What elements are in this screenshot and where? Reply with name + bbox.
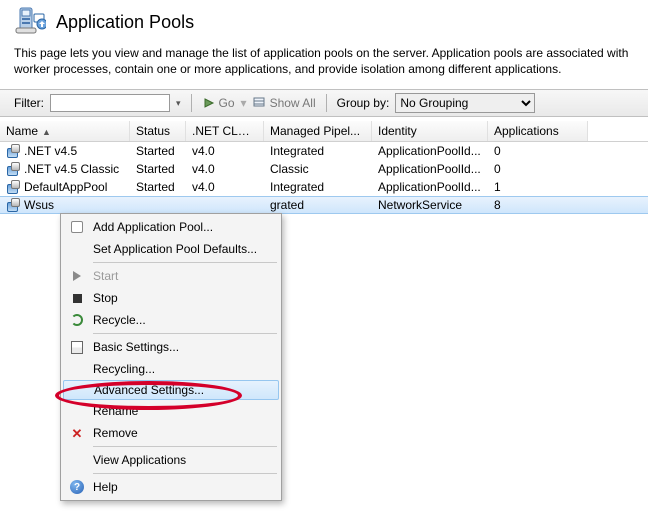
pool-icon xyxy=(6,180,20,194)
go-button[interactable]: Go xyxy=(202,96,235,110)
menu-item-advanced[interactable]: Advanced Settings... xyxy=(63,380,279,400)
menu-label: Recycle... xyxy=(91,313,279,327)
cell-status: Started xyxy=(130,144,186,158)
cell-identity: ApplicationPoolId... xyxy=(372,162,488,176)
table-row[interactable]: Wsus gratedNetworkService8 xyxy=(0,196,648,214)
grid-header[interactable]: Name▲ Status .NET CLR V... Managed Pipel… xyxy=(0,121,648,142)
grid-body: .NET v4.5Startedv4.0IntegratedApplicatio… xyxy=(0,142,648,214)
cell-apps: 8 xyxy=(488,198,588,212)
menu-item-recycle[interactable]: Recycle... xyxy=(63,309,279,331)
menu-item-remove[interactable]: ✕ Remove xyxy=(63,422,279,444)
menu-item-stop[interactable]: Stop xyxy=(63,287,279,309)
menu-item-viewapps[interactable]: View Applications xyxy=(63,449,279,471)
filter-label: Filter: xyxy=(14,96,44,110)
col-apps[interactable]: Applications xyxy=(488,121,588,141)
page-description: This page lets you view and manage the l… xyxy=(0,46,648,89)
filter-input[interactable] xyxy=(50,94,170,112)
menu-item-rename[interactable]: Rename xyxy=(63,400,279,422)
cell-clr: v4.0 xyxy=(186,144,264,158)
app-pools-icon xyxy=(14,6,46,38)
cell-apps: 1 xyxy=(488,180,588,194)
cell-pipeline: Integrated xyxy=(264,180,372,194)
menu-label: Recycling... xyxy=(91,362,279,376)
recycle-icon xyxy=(70,313,84,327)
cell-name: DefaultAppPool xyxy=(24,180,107,194)
cell-name: .NET v4.5 Classic xyxy=(24,162,119,176)
cell-name: .NET v4.5 xyxy=(24,144,77,158)
table-row[interactable]: .NET v4.5 Startedv4.0IntegratedApplicatio… xyxy=(0,142,648,160)
help-icon: ? xyxy=(70,480,84,494)
cell-apps: 0 xyxy=(488,144,588,158)
cell-pipeline: Classic xyxy=(264,162,372,176)
menu-item-defaults[interactable]: Set Application Pool Defaults... xyxy=(63,238,279,260)
cell-identity: NetworkService xyxy=(372,198,488,212)
page-title: Application Pools xyxy=(56,12,194,33)
context-menu: Add Application Pool... Set Application P… xyxy=(60,213,282,501)
cell-pipeline: Integrated xyxy=(264,144,372,158)
stop-icon xyxy=(73,294,82,303)
col-clr[interactable]: .NET CLR V... xyxy=(186,121,264,141)
cell-apps: 0 xyxy=(488,162,588,176)
col-identity[interactable]: Identity xyxy=(372,121,488,141)
pool-icon xyxy=(6,162,20,176)
col-name[interactable]: Name▲ xyxy=(0,121,130,141)
menu-label: Stop xyxy=(91,291,279,305)
menu-label: Add Application Pool... xyxy=(91,220,279,234)
menu-label: Remove xyxy=(91,426,279,440)
cell-clr: v4.0 xyxy=(186,180,264,194)
cell-identity: ApplicationPoolId... xyxy=(372,144,488,158)
menu-label: Help xyxy=(91,480,279,494)
remove-icon: ✕ xyxy=(72,427,83,440)
cell-status: Started xyxy=(130,162,186,176)
cell-status: Started xyxy=(130,180,186,194)
menu-label: Basic Settings... xyxy=(91,340,279,354)
col-pipeline[interactable]: Managed Pipel... xyxy=(264,121,372,141)
col-status[interactable]: Status xyxy=(130,121,186,141)
cell-identity: ApplicationPoolId... xyxy=(372,180,488,194)
basic-icon xyxy=(71,341,83,354)
groupby-label: Group by: xyxy=(337,96,390,110)
add-icon xyxy=(69,219,85,235)
cell-pipeline: grated xyxy=(264,198,372,212)
menu-item-basic[interactable]: Basic Settings... xyxy=(63,336,279,358)
showall-button[interactable]: Show All xyxy=(253,96,316,110)
menu-label: Rename xyxy=(91,404,279,418)
groupby-select[interactable]: No Grouping xyxy=(395,93,535,113)
menu-item-add[interactable]: Add Application Pool... xyxy=(63,216,279,238)
menu-label: Set Application Pool Defaults... xyxy=(91,242,279,256)
menu-item-help[interactable]: ? Help xyxy=(63,476,279,498)
menu-item-recycling[interactable]: Recycling... xyxy=(63,358,279,380)
cell-clr: v4.0 xyxy=(186,162,264,176)
menu-label: Start xyxy=(91,269,279,283)
start-icon xyxy=(73,271,81,281)
toolbar: Filter: ▾ Go ▾ Show All Group by: No Gro… xyxy=(0,89,648,117)
menu-label: View Applications xyxy=(91,453,279,467)
cell-name: Wsus xyxy=(24,198,54,212)
table-row[interactable]: DefaultAppPool Startedv4.0IntegratedAppli… xyxy=(0,178,648,196)
menu-label: Advanced Settings... xyxy=(92,383,278,397)
pool-icon xyxy=(6,198,20,212)
menu-item-start: Start xyxy=(63,265,279,287)
pool-icon xyxy=(6,144,20,158)
table-row[interactable]: .NET v4.5 Classic Startedv4.0ClassicAppli… xyxy=(0,160,648,178)
